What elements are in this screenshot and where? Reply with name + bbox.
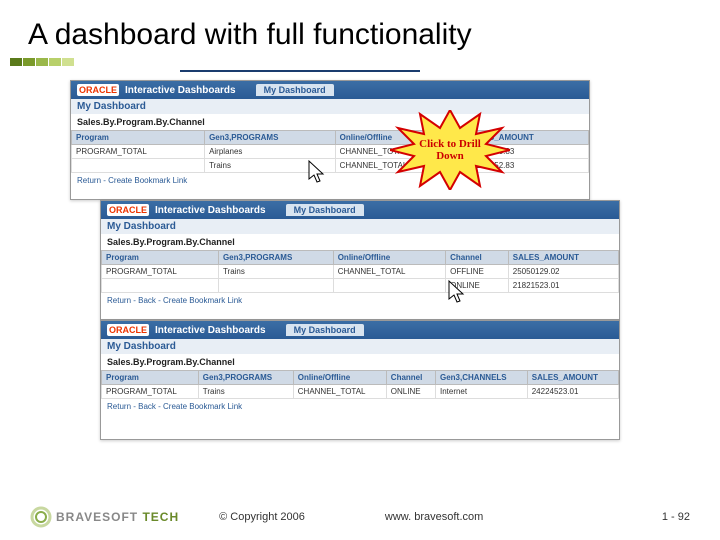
cell-drill[interactable]: Internet	[435, 385, 527, 399]
dashboard-screenshot-2: ORACLE Interactive Dashboards My Dashboa…	[100, 200, 620, 320]
cell	[72, 159, 205, 173]
cell-drill[interactable]: Airplanes	[205, 145, 336, 159]
my-dashboard-tab[interactable]: My Dashboard	[286, 204, 364, 216]
report-links[interactable]: Return - Back - Create Bookmark Link	[101, 293, 619, 308]
slide-title: A dashboard with full functionality	[0, 0, 720, 58]
callout-line1: Click to Drill	[419, 138, 481, 150]
cell: 24224523.01	[527, 385, 618, 399]
title-underline	[180, 70, 420, 72]
table-row: Trains CHANNEL_TOTAL 20227652.83	[72, 159, 589, 173]
cell-drill[interactable]: OFFLINE	[446, 265, 509, 279]
dashboard-screenshot-3: ORACLE Interactive Dashboards My Dashboa…	[100, 320, 620, 440]
col-online-offline[interactable]: Online/Offline	[293, 371, 386, 385]
col-gen3programs[interactable]: Gen3,PROGRAMS	[205, 131, 336, 145]
dashboard-name: My Dashboard	[101, 219, 619, 234]
cell	[218, 279, 333, 293]
page-number: 1 - 92	[662, 511, 690, 523]
table-row: PROGRAM_TOTAL Trains CHANNEL_TOTAL OFFLI…	[102, 265, 619, 279]
cell: ONLINE	[386, 385, 435, 399]
cell: PROGRAM_TOTAL	[102, 385, 199, 399]
data-table: Program Gen3,PROGRAMS Online/Offline Cha…	[101, 370, 619, 399]
col-channel[interactable]: Channel	[446, 251, 509, 265]
col-program[interactable]: Program	[102, 251, 219, 265]
col-sales-amount[interactable]: SALES_AMOUNT	[527, 371, 618, 385]
col-gen3programs[interactable]: Gen3,PROGRAMS	[198, 371, 293, 385]
color-accent-bar	[10, 58, 720, 66]
footer-url: www. bravesoft.com	[385, 511, 483, 523]
cell	[333, 279, 445, 293]
col-sales-amount[interactable]: SALES_AMOUNT	[508, 251, 618, 265]
app-header: ORACLE Interactive Dashboards My Dashboa…	[101, 321, 619, 339]
table-row: PROGRAM_TOTAL Airplanes CHANNEL_TOTAL 17…	[72, 145, 589, 159]
slide-footer: BRAVESOFT TECH © Copyright 2006 www. bra…	[0, 506, 720, 528]
cell: CHANNEL_TOTAL	[293, 385, 386, 399]
report-section-title: Sales.By.Program.By.Channel	[71, 114, 589, 130]
dashboard-name: My Dashboard	[71, 99, 589, 114]
col-program[interactable]: Program	[102, 371, 199, 385]
report-links[interactable]: Return - Create Bookmark Link	[71, 173, 589, 188]
cell: CHANNEL_TOTAL	[333, 265, 445, 279]
data-table: Program Gen3,PROGRAMS Online/Offline SAL…	[71, 130, 589, 173]
col-channel[interactable]: Channel	[386, 371, 435, 385]
cell: Trains	[198, 385, 293, 399]
copyright-text: © Copyright 2006	[219, 511, 305, 523]
cell: 21821523.01	[508, 279, 618, 293]
cursor-icon	[306, 159, 326, 185]
product-name: Interactive Dashboards	[155, 325, 266, 336]
table-header-row: Program Gen3,PROGRAMS Online/Offline Cha…	[102, 251, 619, 265]
table-header-row: Program Gen3,PROGRAMS Online/Offline SAL…	[72, 131, 589, 145]
logo-swirl-icon	[30, 506, 52, 528]
col-gen3channels[interactable]: Gen3,CHANNELS	[435, 371, 527, 385]
col-program[interactable]: Program	[72, 131, 205, 145]
my-dashboard-tab[interactable]: My Dashboard	[256, 84, 334, 96]
cell: PROGRAM_TOTAL	[102, 265, 219, 279]
cursor-icon	[446, 279, 466, 305]
callout-line2: Down	[436, 150, 464, 162]
app-header: ORACLE Interactive Dashboards My Dashboa…	[71, 81, 589, 99]
cell: PROGRAM_TOTAL	[72, 145, 205, 159]
cell: 25050129.02	[508, 265, 618, 279]
data-table: Program Gen3,PROGRAMS Online/Offline Cha…	[101, 250, 619, 293]
product-name: Interactive Dashboards	[155, 205, 266, 216]
oracle-logo: ORACLE	[107, 324, 149, 336]
cell-drill[interactable]: Trains	[218, 265, 333, 279]
col-gen3programs[interactable]: Gen3,PROGRAMS	[218, 251, 333, 265]
report-links[interactable]: Return - Back - Create Bookmark Link	[101, 399, 619, 414]
dashboard-name: My Dashboard	[101, 339, 619, 354]
product-name: Interactive Dashboards	[125, 85, 236, 96]
table-row: ONLINE 21821523.01	[102, 279, 619, 293]
report-section-title: Sales.By.Program.By.Channel	[101, 354, 619, 370]
dashboard-screenshot-1: ORACLE Interactive Dashboards My Dashboa…	[70, 80, 590, 200]
table-header-row: Program Gen3,PROGRAMS Online/Offline Cha…	[102, 371, 619, 385]
cell	[102, 279, 219, 293]
col-online-offline[interactable]: Online/Offline	[333, 251, 445, 265]
oracle-logo: ORACLE	[107, 204, 149, 216]
brand-part1: BRAVESOFT	[56, 510, 138, 524]
report-section-title: Sales.By.Program.By.Channel	[101, 234, 619, 250]
content-area: Click to Drill Down ORACLE Interactive D…	[0, 80, 720, 470]
table-row: PROGRAM_TOTAL Trains CHANNEL_TOTAL ONLIN…	[102, 385, 619, 399]
oracle-logo: ORACLE	[77, 84, 119, 96]
app-header: ORACLE Interactive Dashboards My Dashboa…	[101, 201, 619, 219]
bravesoft-logo: BRAVESOFT TECH	[30, 506, 179, 528]
my-dashboard-tab[interactable]: My Dashboard	[286, 324, 364, 336]
drill-down-callout: Click to Drill Down	[390, 110, 510, 190]
brand-part2: TECH	[142, 510, 179, 524]
